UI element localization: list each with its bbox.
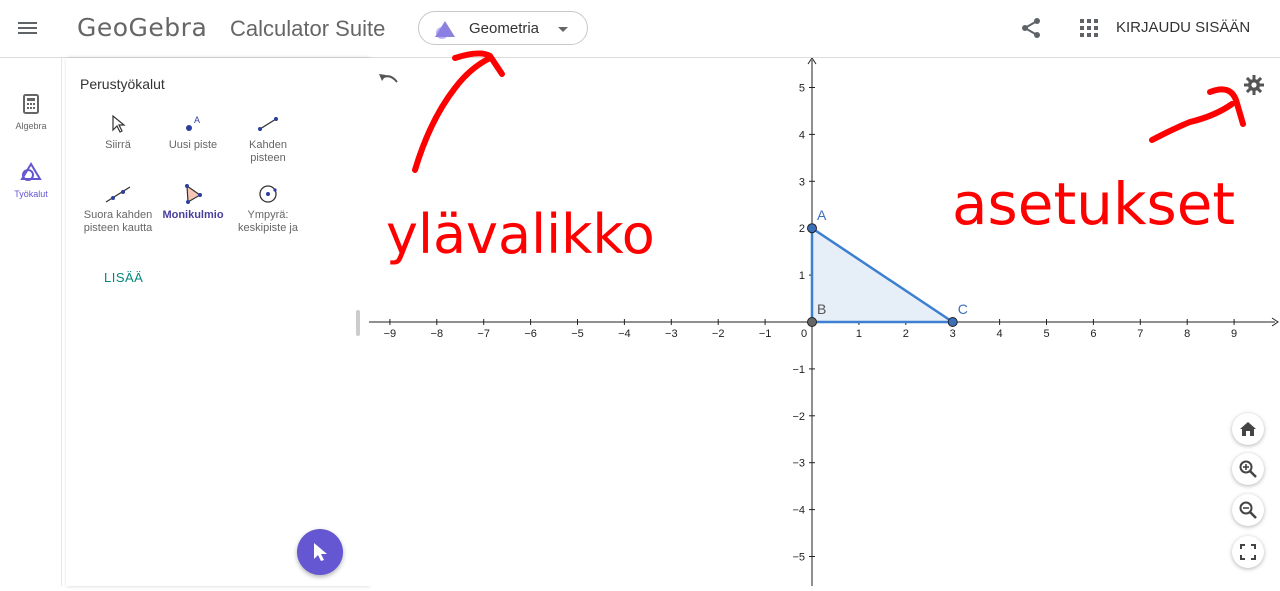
annotation-settings: asetukset <box>952 170 1236 238</box>
annotation-arrow-2 <box>1149 101 1235 143</box>
annotation-top-menu: ylävalikko <box>386 203 655 266</box>
annotation-arrow-1 <box>412 55 493 173</box>
annotation-arrows <box>412 50 1246 173</box>
